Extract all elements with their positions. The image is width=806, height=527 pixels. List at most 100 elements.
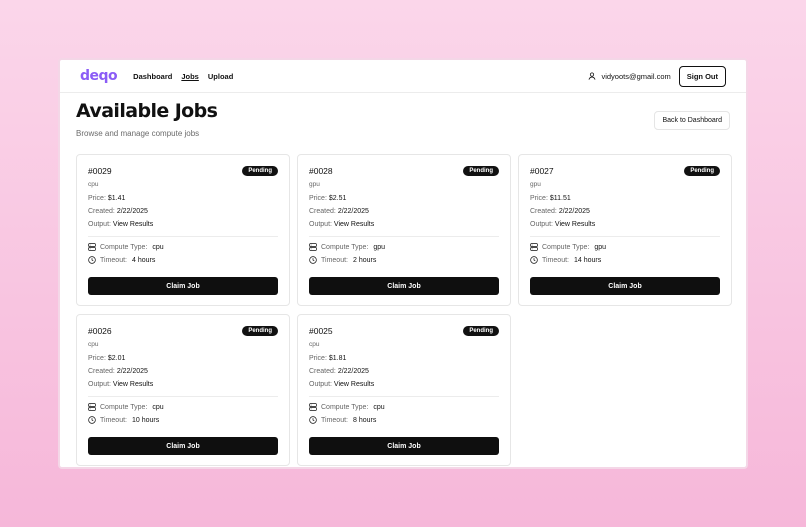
job-card: #0027 Pending gpu Price: $11.51 Created:… — [518, 154, 732, 306]
job-type: gpu — [530, 181, 541, 188]
job-created: Created: 2/22/2025 — [88, 368, 278, 375]
compute-type-label: Compute Type: — [100, 243, 148, 251]
server-icon — [309, 403, 317, 411]
timeout-row: Timeout: 2 hours — [309, 256, 499, 264]
job-output: Output: View Results — [309, 221, 499, 228]
user-icon — [589, 72, 596, 80]
clock-icon — [309, 256, 317, 264]
compute-type-label: Compute Type: — [100, 403, 148, 411]
view-results-link[interactable]: View Results — [113, 221, 153, 228]
created-label: Created: — [309, 208, 336, 215]
jobs-grid: #0029 Pending cpu Price: $1.41 Created: … — [76, 154, 732, 466]
price-value: $11.51 — [549, 195, 571, 202]
server-icon — [530, 243, 538, 251]
user-info: vidyoots@gmail.com — [588, 72, 671, 81]
claim-job-button[interactable]: Claim Job — [530, 277, 720, 295]
job-card-header: #0028 Pending — [309, 166, 499, 176]
view-results-link[interactable]: View Results — [113, 381, 153, 388]
compute-type-label: Compute Type: — [321, 403, 369, 411]
job-price: Price: $2.51 — [309, 195, 499, 202]
sign-out-button[interactable]: Sign Out — [678, 65, 726, 87]
output-label: Output: — [530, 221, 553, 228]
divider — [530, 236, 720, 237]
job-price: Price: $2.01 — [88, 355, 278, 362]
timeout-value: 4 hours — [131, 256, 156, 264]
compute-type-label: Compute Type: — [321, 243, 369, 251]
claim-job-button[interactable]: Claim Job — [88, 277, 278, 295]
server-icon — [309, 243, 317, 251]
job-output: Output: View Results — [530, 221, 720, 228]
compute-type-row: Compute Type: cpu — [88, 243, 278, 251]
job-type: cpu — [88, 341, 99, 348]
logo[interactable]: deqo — [80, 68, 118, 84]
job-price: Price: $1.81 — [309, 355, 499, 362]
timeout-row: Timeout: 8 hours — [309, 416, 499, 424]
job-type: gpu — [309, 181, 320, 188]
clock-icon — [309, 416, 317, 424]
server-icon — [88, 403, 96, 411]
compute-type-value: gpu — [373, 243, 386, 251]
compute-type-value: cpu — [152, 243, 164, 251]
price-value: $1.81 — [328, 355, 347, 362]
job-output: Output: View Results — [309, 381, 499, 388]
created-value: 2/22/2025 — [116, 208, 148, 215]
timeout-value: 14 hours — [573, 256, 602, 264]
clock-icon — [88, 256, 96, 264]
status-badge: Pending — [684, 166, 720, 176]
output-label: Output: — [88, 221, 111, 228]
claim-job-button[interactable]: Claim Job — [88, 437, 278, 455]
timeout-label: Timeout: — [100, 256, 127, 264]
created-value: 2/22/2025 — [337, 208, 369, 215]
divider — [309, 396, 499, 397]
status-badge: Pending — [463, 166, 499, 176]
timeout-value: 8 hours — [352, 416, 377, 424]
created-label: Created: — [88, 208, 115, 215]
compute-type-value: cpu — [152, 403, 164, 411]
compute-type-row: Compute Type: cpu — [88, 403, 278, 411]
back-to-dashboard-button[interactable]: Back to Dashboard — [654, 111, 730, 130]
job-card-header: #0027 Pending — [530, 166, 720, 176]
clock-icon — [88, 416, 96, 424]
nav-upload[interactable]: Upload — [208, 72, 233, 81]
price-label: Price: — [309, 195, 327, 202]
view-results-link[interactable]: View Results — [555, 221, 595, 228]
nav-dashboard[interactable]: Dashboard — [133, 72, 172, 81]
price-label: Price: — [88, 195, 106, 202]
status-badge: Pending — [463, 326, 499, 336]
claim-job-button[interactable]: Claim Job — [309, 277, 499, 295]
page-title: Available Jobs — [76, 100, 218, 122]
output-label: Output: — [309, 221, 332, 228]
created-label: Created: — [88, 368, 115, 375]
price-label: Price: — [88, 355, 106, 362]
timeout-label: Timeout: — [100, 416, 127, 424]
app-window: deqo Dashboard Jobs Upload vidyoots@gmai… — [58, 58, 748, 469]
timeout-label: Timeout: — [321, 416, 348, 424]
job-id: #0028 — [309, 166, 333, 176]
created-label: Created: — [309, 368, 336, 375]
job-output: Output: View Results — [88, 221, 278, 228]
job-card: #0026 Pending cpu Price: $2.01 Created: … — [76, 314, 290, 466]
job-created: Created: 2/22/2025 — [88, 208, 278, 215]
price-label: Price: — [309, 355, 327, 362]
job-card-header: #0025 Pending — [309, 326, 499, 336]
job-card: #0025 Pending cpu Price: $1.81 Created: … — [297, 314, 511, 466]
job-id: #0025 — [309, 326, 333, 336]
job-output: Output: View Results — [88, 381, 278, 388]
job-card: #0028 Pending gpu Price: $2.51 Created: … — [297, 154, 511, 306]
compute-type-row: Compute Type: gpu — [309, 243, 499, 251]
compute-type-value: gpu — [594, 243, 607, 251]
status-badge: Pending — [242, 326, 278, 336]
output-label: Output: — [309, 381, 332, 388]
view-results-link[interactable]: View Results — [334, 221, 374, 228]
nav-jobs[interactable]: Jobs — [181, 72, 199, 81]
server-icon — [88, 243, 96, 251]
created-label: Created: — [530, 208, 557, 215]
job-id: #0026 — [88, 326, 112, 336]
price-value: $1.41 — [107, 195, 126, 202]
top-nav: deqo Dashboard Jobs Upload vidyoots@gmai… — [60, 60, 746, 93]
job-price: Price: $1.41 — [88, 195, 278, 202]
job-id: #0027 — [530, 166, 554, 176]
claim-job-button[interactable]: Claim Job — [309, 437, 499, 455]
timeout-value: 2 hours — [352, 256, 377, 264]
view-results-link[interactable]: View Results — [334, 381, 374, 388]
